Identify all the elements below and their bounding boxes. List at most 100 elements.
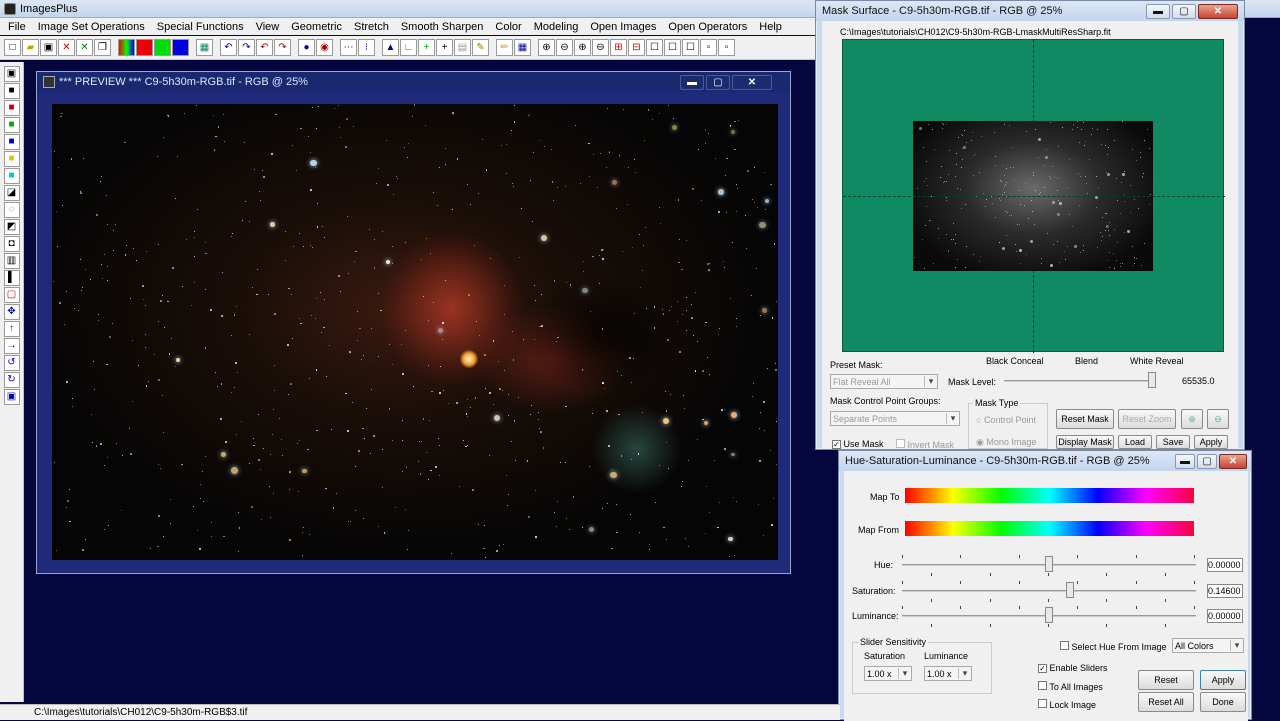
save-icon[interactable]: ▣	[40, 39, 57, 56]
apply-button[interactable]: Apply	[1194, 435, 1228, 449]
red-black-icon[interactable]: ■	[3, 100, 20, 116]
menu-file[interactable]: File	[2, 21, 32, 33]
undo-all-icon[interactable]: ↶	[256, 39, 273, 56]
hue-slider[interactable]	[902, 555, 1196, 576]
menu-special-functions[interactable]: Special Functions	[151, 21, 250, 33]
minimize-button[interactable]: ▬	[1146, 3, 1170, 19]
reset-all-button[interactable]: Reset All	[1138, 692, 1194, 712]
done-button[interactable]: Done	[1200, 692, 1246, 712]
copy-icon[interactable]: ❐	[94, 39, 111, 56]
green-channel-icon[interactable]	[154, 39, 171, 56]
colors-select[interactable]: All Colors	[1172, 638, 1244, 653]
red-channel-icon[interactable]	[136, 39, 153, 56]
menu-stretch[interactable]: Stretch	[348, 21, 395, 33]
preview-image[interactable]	[52, 104, 778, 560]
reset-zoom-button[interactable]: Reset Zoom	[1118, 409, 1176, 429]
zoom-actual-icon[interactable]: ⊖	[592, 39, 609, 56]
close-all-icon[interactable]: ✕	[76, 39, 93, 56]
reset-mask-button[interactable]: Reset Mask	[1056, 409, 1114, 429]
menu-smooth-sharpen[interactable]: Smooth Sharpen	[395, 21, 490, 33]
zoom-fit-icon[interactable]: ⊕	[574, 39, 591, 56]
circle-icon[interactable]: ○	[3, 202, 20, 218]
open-icon[interactable]: ▰	[22, 39, 39, 56]
frame-3-icon[interactable]: ☐	[682, 39, 699, 56]
menu-geometric[interactable]: Geometric	[285, 21, 348, 33]
close-button[interactable]: ✕	[732, 74, 772, 90]
green-black-icon[interactable]: ■	[3, 117, 20, 133]
cyan-black-icon[interactable]: ■	[3, 168, 20, 184]
black-square-icon[interactable]: ■	[3, 83, 20, 99]
gray-black-icon[interactable]: ◪	[3, 185, 20, 201]
close-icon[interactable]: ✕	[58, 39, 75, 56]
move-icon[interactable]: ✥	[3, 304, 20, 320]
frame-1-icon[interactable]: ☐	[646, 39, 663, 56]
map-from-gradient[interactable]	[905, 521, 1194, 536]
frame-4-icon[interactable]: ▫	[700, 39, 717, 56]
save-icon[interactable]: ▣	[3, 66, 20, 82]
mask-canvas[interactable]	[842, 39, 1225, 353]
slider-thumb[interactable]	[1045, 556, 1053, 572]
bars-icon[interactable]: ▥	[3, 253, 20, 269]
slider-thumb[interactable]	[1066, 582, 1074, 598]
menu-color[interactable]: Color	[489, 21, 527, 33]
crosshair-icon[interactable]: +	[436, 39, 453, 56]
sens-luminance-select[interactable]: 1.00 x	[924, 666, 972, 681]
mask-level-slider[interactable]	[1004, 371, 1156, 391]
slider-thumb[interactable]	[1045, 607, 1053, 623]
line-icon[interactable]: ⋯	[340, 39, 357, 56]
maximize-button[interactable]: ▢	[1197, 453, 1217, 469]
remove-red-icon[interactable]: ⊟	[628, 39, 645, 56]
select-region-icon[interactable]: ◉	[316, 39, 333, 56]
luminance-slider[interactable]	[902, 606, 1196, 627]
display-mask-button[interactable]: Display Mask	[1056, 435, 1114, 449]
menu-image-set-operations[interactable]: Image Set Operations	[32, 21, 151, 33]
blue-channel-icon[interactable]	[172, 39, 189, 56]
reset-button[interactable]: Reset	[1138, 670, 1194, 690]
measure-icon[interactable]: ⁝	[358, 39, 375, 56]
blue-black-icon[interactable]: ■	[3, 134, 20, 150]
select-red-icon[interactable]: ▢	[3, 287, 20, 303]
menu-open-images[interactable]: Open Images	[584, 21, 662, 33]
target-icon[interactable]: ◘	[3, 236, 20, 252]
sens-saturation-select[interactable]: 1.00 x	[864, 666, 912, 681]
pencil-icon[interactable]: ✏	[496, 39, 513, 56]
hue-value[interactable]: 0.00000	[1207, 558, 1243, 572]
minimize-button[interactable]: ▬	[680, 74, 704, 90]
menu-help[interactable]: Help	[753, 21, 788, 33]
mono-image-radio[interactable]: ◉ Mono Image	[976, 437, 1036, 448]
saturation-slider[interactable]	[902, 581, 1196, 602]
frame-5-icon[interactable]: ▫	[718, 39, 735, 56]
select-point-icon[interactable]: ●	[298, 39, 315, 56]
diagonal-icon[interactable]: ◩	[3, 219, 20, 235]
add-red-icon[interactable]: ⊞	[610, 39, 627, 56]
frame-2-icon[interactable]: ☐	[664, 39, 681, 56]
arrow-right-icon[interactable]: →	[3, 338, 20, 354]
slider-thumb[interactable]	[1148, 372, 1156, 388]
menu-modeling[interactable]: Modeling	[528, 21, 585, 33]
menu-open-operators[interactable]: Open Operators	[662, 21, 753, 33]
axis-icon[interactable]: ∟	[400, 39, 417, 56]
matrix-icon[interactable]: ▦	[514, 39, 531, 56]
arrow-up-icon[interactable]: ↑	[3, 321, 20, 337]
crosshair-green-icon[interactable]: +	[418, 39, 435, 56]
maximize-button[interactable]: ▢	[1172, 3, 1196, 19]
preset-mask-select[interactable]: Flat Reveal All	[830, 374, 938, 389]
to-all-images-checkbox[interactable]: To All Images	[1038, 681, 1103, 692]
table-icon[interactable]: ▤	[454, 39, 471, 56]
grid-icon[interactable]: ▦	[196, 39, 213, 56]
close-button[interactable]: ✕	[1198, 3, 1238, 19]
menu-view[interactable]: View	[250, 21, 286, 33]
rotate-left-icon[interactable]: ↺	[3, 355, 20, 371]
redo-all-icon[interactable]: ↷	[274, 39, 291, 56]
lock-image-checkbox[interactable]: Lock Image	[1038, 699, 1096, 710]
zoom-out-icon[interactable]: ⊖	[1207, 409, 1229, 429]
yellow-black-icon[interactable]: ■	[3, 151, 20, 167]
groups-select[interactable]: Separate Points	[830, 411, 960, 426]
luminance-value[interactable]: 0.00000	[1207, 609, 1243, 623]
select-hue-checkbox[interactable]: Select Hue From Image	[1060, 641, 1167, 652]
zoom-out-icon[interactable]: ⊖	[556, 39, 573, 56]
invert-mask-checkbox[interactable]: Invert Mask	[896, 439, 954, 450]
enable-sliders-checkbox[interactable]: ✓ Enable Sliders	[1038, 663, 1108, 673]
black-bar-icon[interactable]: ▌	[3, 270, 20, 286]
saturation-value[interactable]: 0.14600	[1207, 584, 1243, 598]
